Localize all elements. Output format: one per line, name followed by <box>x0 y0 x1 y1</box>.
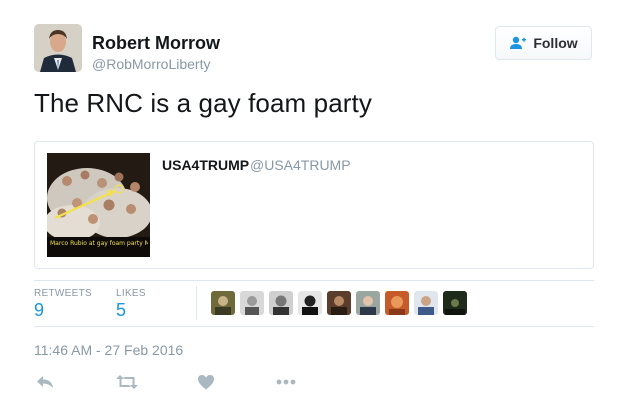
liker-avatar[interactable] <box>240 291 264 315</box>
more-button[interactable] <box>275 372 297 392</box>
retweet-button[interactable] <box>115 372 139 392</box>
liker-avatar[interactable] <box>327 291 351 315</box>
add-user-icon <box>510 36 527 49</box>
more-icon <box>276 379 296 385</box>
liker-avatar[interactable] <box>443 291 467 315</box>
quoted-tweet-author-name[interactable]: USA4TRUMP <box>162 157 249 173</box>
tweet-text: The RNC is a gay foam party <box>34 88 372 118</box>
liker-avatar-image <box>298 291 322 315</box>
retweets-label: RETWEETS <box>34 288 92 299</box>
author-avatar-image <box>34 24 82 72</box>
follow-button[interactable]: Follow <box>495 26 592 60</box>
liker-avatar[interactable] <box>356 291 380 315</box>
likes-label: LIKES <box>116 288 146 299</box>
liker-avatar-image <box>211 291 235 315</box>
liker-avatar-image <box>385 291 409 315</box>
liker-avatar-image <box>443 291 467 315</box>
likes-count[interactable]: 5 <box>116 300 126 321</box>
quoted-tweet-author-handle[interactable]: @USA4TRUMP <box>250 157 351 173</box>
liker-avatar-image <box>269 291 293 315</box>
liker-avatar-image <box>356 291 380 315</box>
retweet-icon <box>116 375 138 389</box>
divider <box>34 280 594 281</box>
quoted-tweet-image-caption: Marco Rubio at gay foam party Miami, Fl <box>50 240 148 247</box>
liker-avatar[interactable] <box>269 291 293 315</box>
liker-avatar[interactable] <box>211 291 235 315</box>
retweets-count[interactable]: 9 <box>34 300 44 321</box>
liker-avatar-image <box>327 291 351 315</box>
author-avatar[interactable] <box>34 24 82 72</box>
liker-avatar-image <box>240 291 264 315</box>
tweet-timestamp[interactable]: 11:46 AM - 27 Feb 2016 <box>34 342 183 358</box>
liker-avatar[interactable] <box>385 291 409 315</box>
like-button[interactable] <box>195 372 217 392</box>
follow-button-label: Follow <box>533 35 578 51</box>
author-handle[interactable]: @RobMorroLiberty <box>92 56 210 72</box>
liker-avatar[interactable] <box>414 291 438 315</box>
liker-avatar-image <box>414 291 438 315</box>
author-name[interactable]: Robert Morrow <box>92 33 220 54</box>
stats-separator <box>196 286 197 320</box>
liker-avatar[interactable] <box>298 291 322 315</box>
divider <box>34 326 594 327</box>
reply-icon <box>37 376 53 388</box>
heart-icon <box>198 374 214 389</box>
reply-button[interactable] <box>34 372 56 392</box>
